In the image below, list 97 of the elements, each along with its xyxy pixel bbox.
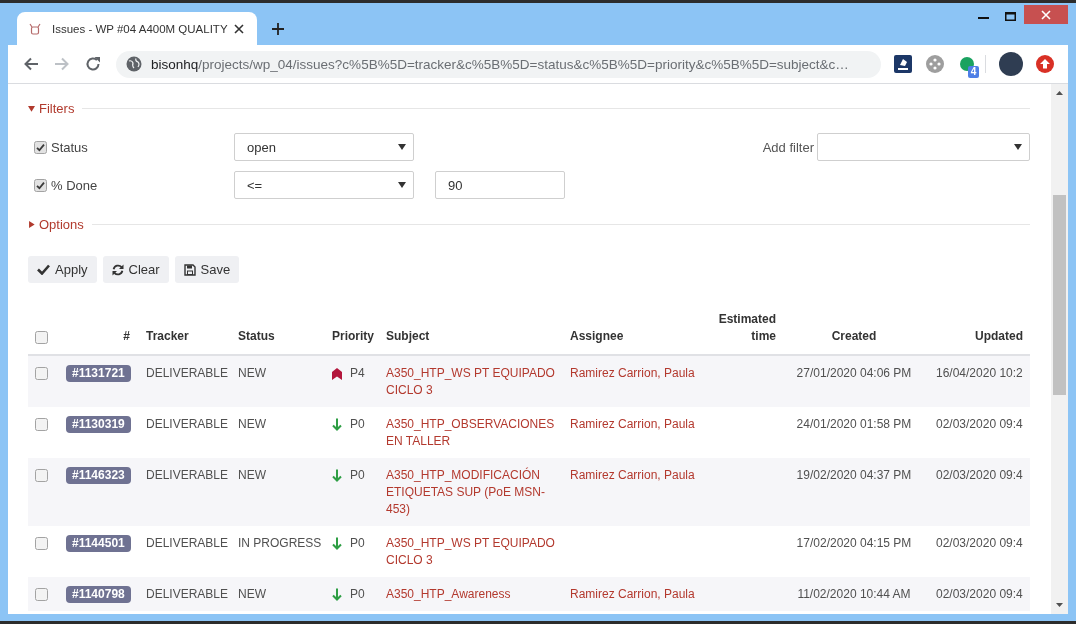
column-header[interactable]: Updated bbox=[975, 328, 1023, 345]
issue-id-badge[interactable]: #1130319 bbox=[66, 416, 131, 433]
avatar[interactable] bbox=[999, 52, 1023, 76]
updated-text: 02/03/2020 09:4 bbox=[936, 587, 1023, 601]
check-icon bbox=[37, 264, 50, 275]
checkbox[interactable] bbox=[35, 588, 48, 601]
updated-text: 02/03/2020 09:4 bbox=[936, 468, 1023, 482]
caret-icon bbox=[398, 144, 406, 150]
status-text: NEW bbox=[238, 587, 266, 601]
section-toggle[interactable]: Options bbox=[28, 216, 84, 232]
value-field[interactable]: 90 bbox=[435, 171, 565, 199]
priority-text: P0 bbox=[350, 535, 365, 552]
column-header[interactable]: Tracker bbox=[146, 328, 189, 345]
created-text: 19/02/2020 04:37 PM bbox=[796, 468, 912, 482]
checkbox[interactable] bbox=[35, 469, 48, 482]
checkbox[interactable] bbox=[34, 178, 47, 192]
horned-head-icon bbox=[29, 22, 41, 35]
column-header[interactable]: # bbox=[123, 328, 130, 345]
app-tile-icon[interactable] bbox=[894, 55, 912, 73]
subject-link[interactable]: A350_HTP_OBSERVACIONES EN TALLER bbox=[386, 416, 560, 450]
subject-link[interactable]: A350_HTP_Awareness bbox=[386, 586, 511, 603]
priority-text: P0 bbox=[350, 416, 365, 433]
column-header[interactable]: Priority bbox=[332, 328, 374, 345]
status-text: IN PROGRESS bbox=[238, 536, 322, 550]
created-text: 11/02/2020 10:44 AM bbox=[797, 587, 911, 601]
checkbox[interactable] bbox=[35, 331, 48, 344]
updated-text: 02/03/2020 09:4 bbox=[936, 536, 1023, 550]
created-text: 17/02/2020 04:15 PM bbox=[796, 536, 912, 550]
clear-button[interactable]: Clear bbox=[102, 256, 169, 283]
tracker-text: DELIVERABLE bbox=[146, 587, 229, 601]
issue-id-badge[interactable]: #1144501 bbox=[66, 535, 131, 552]
filter-label: Status bbox=[51, 139, 88, 155]
subject-link[interactable]: A350_HTP_MODIFICACIÓN ETIQUETAS SUP (PoE MSN-453) bbox=[386, 467, 560, 518]
close-icon bbox=[1041, 9, 1051, 20]
priority-text: P4 bbox=[350, 365, 365, 382]
filter-label: % Done bbox=[51, 177, 98, 193]
checkbox[interactable] bbox=[35, 537, 48, 550]
section-toggle[interactable]: Filters bbox=[28, 100, 75, 116]
maximize-icon[interactable] bbox=[1005, 12, 1016, 21]
tab-close-icon[interactable] bbox=[234, 23, 244, 34]
created-text: 27/01/2020 04:06 PM bbox=[796, 366, 912, 380]
assignee-link[interactable]: Ramirez Carrion, Paula bbox=[570, 587, 695, 601]
scroll-up-icon[interactable] bbox=[1056, 91, 1063, 95]
priority-text: P0 bbox=[350, 467, 365, 484]
column-header[interactable]: Assignee bbox=[570, 328, 624, 345]
tracker-text: DELIVERABLE bbox=[146, 366, 229, 380]
caret-icon bbox=[398, 182, 406, 188]
browser-tab[interactable]: Issues - WP #04 A400M QUALITY bbox=[17, 12, 257, 45]
operator-select[interactable]: open bbox=[234, 133, 414, 161]
tracker-text: DELIVERABLE bbox=[146, 468, 229, 482]
column-header[interactable]: Created bbox=[831, 328, 877, 345]
subject-link[interactable]: A350_HTP_WS PT EQUIPADO CICLO 3 bbox=[386, 365, 560, 399]
checkbox[interactable] bbox=[35, 367, 48, 380]
up-arrow-circle-icon[interactable] bbox=[1036, 55, 1054, 73]
issue-id-badge[interactable]: #1131721 bbox=[66, 365, 131, 382]
status-text: NEW bbox=[238, 468, 266, 482]
priority-text: P0 bbox=[350, 586, 365, 603]
updated-text: 02/03/2020 09:4 bbox=[936, 417, 1023, 431]
status-text: NEW bbox=[238, 417, 266, 431]
tracker-text: DELIVERABLE bbox=[146, 417, 229, 431]
caret-icon bbox=[1014, 144, 1022, 150]
tracker-text: DELIVERABLE bbox=[146, 536, 229, 550]
scroll-down-icon[interactable] bbox=[1056, 603, 1063, 607]
assignee-link[interactable]: Ramirez Carrion, Paula bbox=[570, 468, 695, 482]
assignee-link[interactable]: Ramirez Carrion, Paula bbox=[570, 417, 695, 431]
save-button[interactable]: Save bbox=[174, 256, 240, 283]
close-button[interactable] bbox=[1024, 5, 1068, 24]
checkbox[interactable] bbox=[35, 418, 48, 431]
column-header[interactable]: Estimated time bbox=[712, 311, 776, 345]
address-bar[interactable]: bisonhq/projects/wp_04/issues?c%5B%5D=tracker&c%5B%5D=status&c%5B%5D=priority&c%5B%5D=subject&c… bbox=[116, 50, 881, 78]
created-text: 24/01/2020 01:58 PM bbox=[796, 417, 912, 431]
notification-badge: 4 bbox=[968, 66, 979, 78]
column-header[interactable]: Status bbox=[238, 328, 275, 345]
checkbox[interactable] bbox=[34, 140, 47, 154]
assignee-link[interactable]: Ramirez Carrion, Paula bbox=[570, 366, 695, 380]
down-arrow-icon bbox=[332, 469, 342, 482]
url-text: bisonhq/projects/wp_04/issues?c%5B%5D=tracker&c%5B%5D=status&c%5B%5D=priority&c%5B%5D=subject&c… bbox=[151, 56, 849, 72]
updated-text: 16/04/2020 10:2 bbox=[936, 366, 1023, 380]
refresh-icon bbox=[111, 263, 124, 276]
scrollbar-thumb[interactable] bbox=[1053, 195, 1066, 395]
operator-select[interactable]: <= bbox=[234, 171, 414, 199]
globe-icon bbox=[126, 56, 142, 72]
status-text: NEW bbox=[238, 366, 266, 380]
new-tab-icon[interactable] bbox=[272, 23, 284, 35]
reload-icon[interactable] bbox=[85, 56, 101, 72]
dotted-circle-icon[interactable] bbox=[926, 55, 944, 73]
add-filter-label: Add filter bbox=[762, 139, 814, 155]
issue-id-badge[interactable]: #1140798 bbox=[66, 586, 131, 603]
issue-id-badge[interactable]: #1146323 bbox=[66, 467, 131, 484]
subject-link[interactable]: A350_HTP_WS PT EQUIPADO CICLO 3 bbox=[386, 535, 560, 569]
down-arrow-icon bbox=[332, 537, 342, 550]
column-header[interactable]: Subject bbox=[386, 328, 430, 345]
up-chevron-icon bbox=[332, 367, 342, 380]
down-arrow-icon bbox=[332, 418, 342, 431]
apply-button[interactable]: Apply bbox=[28, 256, 97, 283]
down-arrow-icon bbox=[332, 588, 342, 601]
back-arrow-icon[interactable] bbox=[23, 56, 39, 72]
